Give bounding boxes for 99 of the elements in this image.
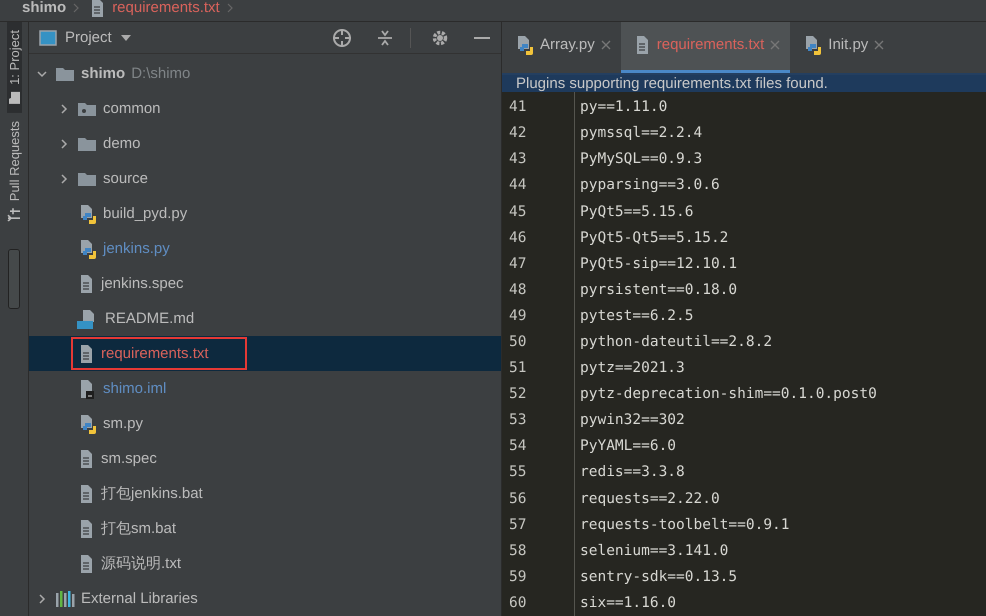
- settings-button[interactable]: [431, 28, 449, 46]
- tree-row[interactable]: sm.py: [29, 406, 501, 441]
- line-number: 53: [508, 411, 528, 430]
- tree-row[interactable]: 打包jenkins.bat: [29, 476, 501, 511]
- tree-row[interactable]: shimo D:\shimo: [29, 56, 501, 91]
- tree-row[interactable]: source: [29, 161, 501, 196]
- chevron-icon: [226, 2, 234, 14]
- line-number: 46: [508, 228, 528, 248]
- line-number: 54: [508, 437, 528, 456]
- file-name: jenkins.spec: [101, 274, 184, 294]
- line-number: 52: [508, 385, 528, 404]
- close-icon[interactable]: [874, 40, 884, 50]
- code-line: pywin32==302: [580, 411, 686, 430]
- tool-window-tab[interactable]: Pull Requests: [6, 112, 22, 230]
- breadcrumb-item[interactable]: shimo: [22, 0, 66, 16]
- tree-row[interactable]: demo: [29, 126, 501, 161]
- editor-tab[interactable]: Array.py: [502, 22, 621, 73]
- line-number: 60: [508, 594, 528, 613]
- line-number: 49: [508, 306, 528, 326]
- file-name: source: [103, 169, 148, 189]
- line-number: 43: [508, 150, 528, 170]
- tree-row[interactable]: External Libraries: [29, 581, 501, 616]
- line-number: 48: [508, 280, 528, 300]
- folder-icon: [77, 136, 97, 152]
- file-name: common: [103, 99, 161, 119]
- line-number: 44: [508, 176, 528, 196]
- code-line: pyparsing==3.0.6: [580, 176, 721, 196]
- code-line: requests==2.22.0: [580, 490, 721, 509]
- code-line: PyYAML==6.0: [580, 437, 678, 456]
- code-line: pyrsistent==0.18.0: [580, 280, 738, 300]
- file-name: README.md: [105, 309, 194, 329]
- code-line: requests-toolbelt==0.9.1: [580, 516, 791, 535]
- code-line: pytest==6.2.5: [580, 306, 694, 326]
- panel-title[interactable]: Project: [65, 29, 112, 46]
- tree-row[interactable]: build_pyd.py: [29, 196, 501, 231]
- tree-row[interactable]: README.md: [29, 301, 501, 336]
- file-name: demo: [103, 134, 141, 154]
- line-number: 41: [508, 98, 528, 118]
- code-line: pytz==2021.3: [580, 359, 686, 378]
- window-icon: [39, 30, 57, 46]
- line-number: 50: [508, 332, 528, 352]
- file-name: External Libraries: [81, 589, 198, 609]
- line-number: 51: [508, 359, 528, 378]
- line-number: 55: [508, 463, 528, 482]
- package-folder-icon: [77, 100, 97, 116]
- tree-row[interactable]: shimo.iml: [29, 371, 501, 406]
- file-name: requirements.txt: [101, 344, 209, 364]
- line-number: 56: [508, 490, 528, 509]
- breadcrumb-item[interactable]: requirements.txt: [112, 0, 220, 16]
- code-line: PyQt5==5.15.6: [580, 202, 694, 222]
- folder-path: D:\shimo: [131, 65, 190, 82]
- file-name: 源码说明.txt: [101, 554, 182, 574]
- minimize-button[interactable]: [473, 36, 491, 40]
- notification-banner: Plugins supporting requirements.txt files found.: [502, 73, 986, 92]
- file-name: 打包jenkins.bat: [101, 484, 203, 504]
- code-line: python-dateutil==2.8.2: [580, 332, 774, 352]
- file-name: shimo.iml: [103, 379, 166, 399]
- tree-row[interactable]: 源码说明.txt: [29, 546, 501, 581]
- collapse-all-button[interactable]: [376, 28, 394, 46]
- line-number: 58: [508, 542, 528, 561]
- file-name: build_pyd.py: [103, 204, 188, 224]
- line-number: 59: [508, 568, 528, 587]
- tree-row[interactable]: jenkins.py: [29, 231, 501, 266]
- folder-icon: [55, 66, 75, 82]
- code-line: redis==3.3.8: [580, 463, 686, 482]
- tree-row[interactable]: requirements.txt: [29, 336, 501, 371]
- file-name: 打包sm.bat: [101, 519, 176, 539]
- code-line: pymssql==2.2.4: [580, 124, 704, 144]
- code-line: sentry-sdk==0.13.5: [580, 568, 738, 587]
- tree-row[interactable]: common: [29, 91, 501, 126]
- file-name: shimo: [81, 64, 126, 84]
- pull-request-icon: [7, 207, 21, 222]
- code-line: six==1.16.0: [580, 594, 678, 613]
- code-line: PyMySQL==0.9.3: [580, 150, 704, 170]
- scroll-handle[interactable]: [8, 249, 20, 310]
- tree-row[interactable]: sm.spec: [29, 441, 501, 476]
- line-number: 45: [508, 202, 528, 222]
- line-number: 42: [508, 124, 528, 144]
- file-name: sm.py: [103, 414, 144, 434]
- code-line: PyQt5-Qt5==5.15.2: [580, 228, 730, 248]
- file-name: jenkins.py: [103, 239, 170, 259]
- tree-row[interactable]: jenkins.spec: [29, 266, 501, 301]
- code-line: py==1.11.0: [580, 98, 668, 118]
- locate-button[interactable]: [332, 28, 352, 48]
- code-line: pytz-deprecation-shim==0.1.0.post0: [580, 385, 877, 404]
- tree-row[interactable]: 打包sm.bat: [29, 511, 501, 546]
- line-number: 57: [508, 516, 528, 535]
- close-icon[interactable]: [600, 40, 611, 50]
- tool-window-tab[interactable]: 1: Project: [6, 22, 22, 113]
- editor-tab[interactable]: Init.py: [790, 22, 894, 73]
- folder-icon: [77, 170, 97, 186]
- chevron-icon: [72, 2, 80, 14]
- file-name: sm.spec: [101, 449, 157, 469]
- folder-icon: [7, 90, 21, 105]
- code-line: selenium==3.141.0: [580, 542, 730, 561]
- code-line: PyQt5-sip==12.10.1: [580, 254, 738, 274]
- libraries-icon: [55, 590, 75, 608]
- dropdown-caret-icon[interactable]: [120, 34, 132, 42]
- line-number: 47: [508, 254, 528, 274]
